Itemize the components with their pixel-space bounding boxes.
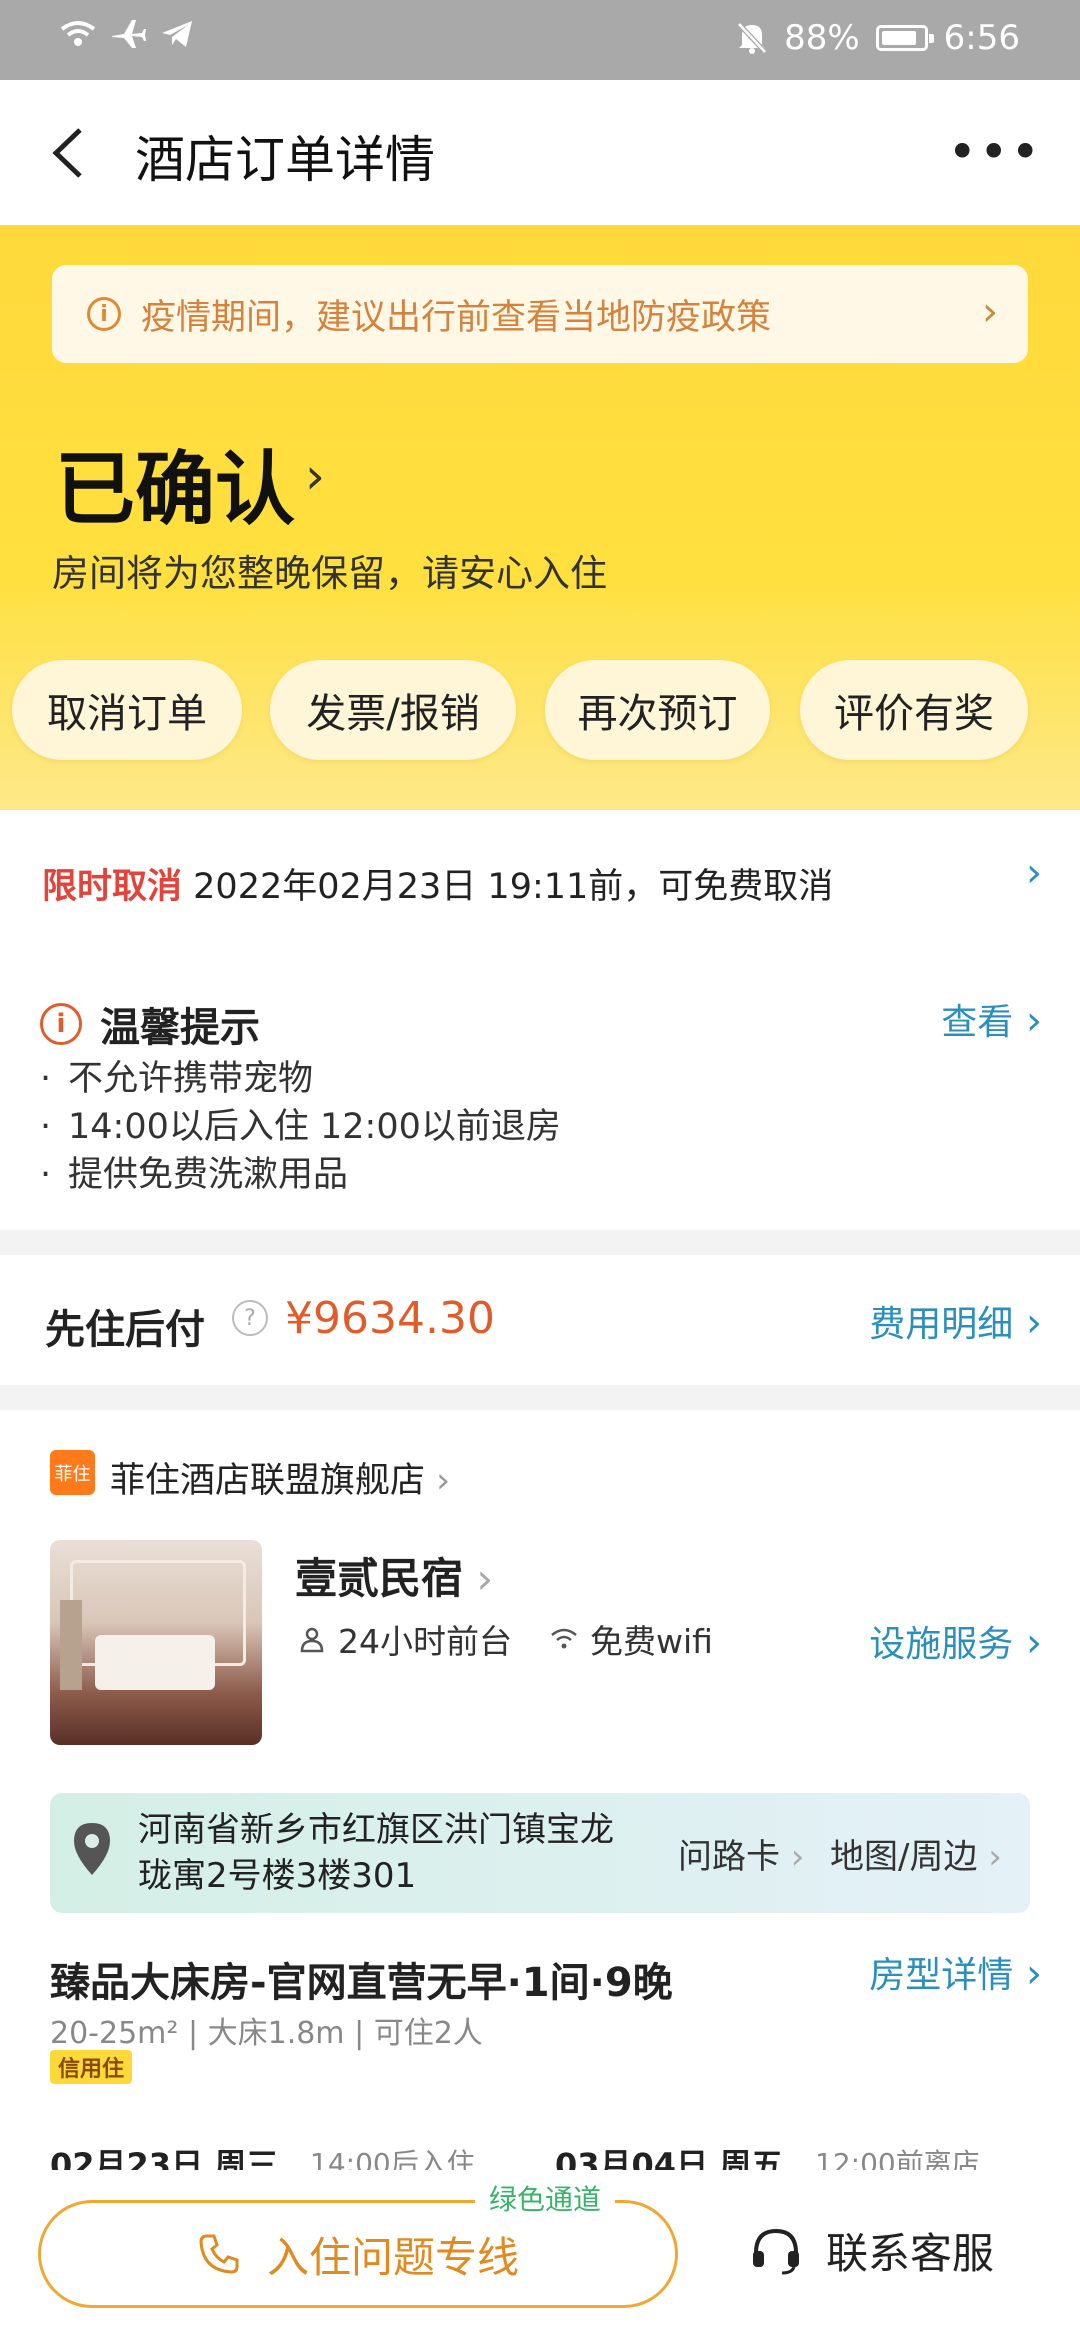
rebook-button[interactable]: 再次预订 (545, 660, 770, 760)
cancel-deadline-text: 2022年02月23日 19:11前，可免费取消 (193, 867, 834, 907)
fee-detail-link[interactable]: 费用明细 › (869, 1295, 1042, 1347)
bottom-action-bar: 入住问题专线 绿色通道 联系客服 (0, 2170, 1080, 2340)
free-cancel-row[interactable]: 限时取消 2022年02月23日 19:11前，可免费取消 (42, 858, 833, 909)
stay-dates-row: 02月23日 周三 14:00后入住 03月04日 周五 12:00前离店 (50, 2146, 980, 2170)
room-title: 臻品大床房-官网直营无早·1间·9晚 (50, 1960, 673, 2006)
battery-icon (875, 25, 934, 51)
invoice-button[interactable]: 发票/报销 (270, 660, 516, 760)
epidemic-notice-banner[interactable]: i 疫情期间，建议出行前查看当地防疫政策 › (52, 265, 1028, 363)
hotel-card: 菲住 菲住酒店联盟旗舰店 › 壹贰民宿 › 24小时前台 免费wifi 设施服务… (0, 1410, 1080, 2170)
total-price: ¥9634.30 (285, 1293, 495, 1344)
store-name-link[interactable]: 菲住酒店联盟旗舰店 › (110, 1452, 450, 1503)
status-icons-left (60, 18, 194, 50)
notice-text: 疫情期间，建议出行前查看当地防疫政策 (141, 297, 772, 338)
battery-percent: 88% (784, 18, 860, 58)
clock: 6:56 (943, 18, 1020, 58)
info-icon: i (40, 1003, 82, 1045)
chevron-right-icon: › (305, 447, 325, 505)
order-status-subtitle: 房间将为您整晚保留，请安心入住 (52, 552, 607, 595)
chevron-right-icon: › (463, 1554, 494, 1603)
policy-card: 限时取消 2022年02月23日 19:11前，可免费取消 › i 温馨提示 查… (0, 810, 1080, 1230)
address-box[interactable]: 河南省新乡市红旗区洪门镇宝龙 珑寓2号楼3楼301 问路卡 › 地图/周边 › (50, 1793, 1030, 1913)
chevron-right-icon: › (1013, 1951, 1042, 1997)
tips-view-link[interactable]: 查看 › (941, 993, 1042, 1045)
wifi-icon (551, 1628, 577, 1649)
room-detail-link[interactable]: 房型详情 › (869, 1946, 1042, 1998)
green-channel-tag: 绿色通道 (475, 2178, 616, 2218)
tips-title: 温馨提示 (100, 1005, 260, 1051)
chevron-right-icon: › (1013, 1300, 1042, 1346)
room-specs: 20-25m² | 大床1.8m | 可住2人 (50, 2016, 483, 2051)
cancel-order-button[interactable]: 取消订单 (12, 660, 242, 760)
limited-cancel-tag: 限时取消 (42, 867, 183, 907)
facility-service-link[interactable]: 设施服务 › (869, 1615, 1042, 1667)
back-arrow-icon[interactable] (40, 118, 100, 188)
credit-stay-badge: 信用住 (50, 2050, 133, 2084)
contact-service-button[interactable]: 联系客服 (748, 2220, 994, 2281)
tip-item: · 提供免费洗漱用品 (40, 1155, 349, 1195)
review-reward-button[interactable]: 评价有奖 (800, 660, 1028, 760)
wifi-icon (60, 21, 96, 46)
pay-later-label: 先住后付 (45, 1307, 205, 1353)
page-title: 酒店订单详情 (135, 131, 435, 189)
mute-bell-icon (737, 22, 767, 54)
chevron-right-icon: › (1013, 1620, 1042, 1666)
headset-icon (753, 2228, 799, 2274)
route-card-link[interactable]: 问路卡 › (678, 1829, 804, 1878)
order-status-section: i 疫情期间，建议出行前查看当地防疫政策 › 已确认 › 房间将为您整晚保留，请… (0, 225, 1080, 810)
facility-row: 24小时前台 免费wifi (298, 1615, 713, 1663)
tip-item: · 14:00以后入住 12:00以前退房 (40, 1107, 561, 1147)
status-bar: 88% 6:56 (0, 0, 1080, 80)
more-menu-icon[interactable]: ••• (948, 127, 1042, 177)
payment-card: 先住后付 ? ¥9634.30 费用明细 › (0, 1255, 1080, 1385)
chevron-right-icon: › (1026, 850, 1042, 896)
chevron-right-icon: › (1013, 998, 1042, 1044)
chevron-right-icon: › (982, 289, 998, 335)
store-badge: 菲住 (50, 1450, 95, 1495)
help-icon[interactable]: ? (232, 1300, 268, 1336)
phone-icon (199, 2234, 239, 2274)
chevron-right-icon: › (425, 1461, 451, 1501)
hotel-address: 河南省新乡市红旗区洪门镇宝龙 珑寓2号楼3楼301 (138, 1810, 614, 1896)
tips-header: i 温馨提示 (40, 995, 260, 1053)
hotel-photo[interactable] (50, 1540, 262, 1745)
status-icons-right: 88% 6:56 (736, 18, 1020, 58)
map-nearby-link[interactable]: 地图/周边 › (830, 1829, 1002, 1878)
person-icon (300, 1627, 324, 1653)
order-status-title[interactable]: 已确认 (55, 425, 295, 541)
tip-item: · 不允许携带宠物 (40, 1059, 314, 1099)
location-pin-icon (74, 1823, 110, 1875)
hotel-name-link[interactable]: 壹贰民宿 › (295, 1545, 493, 1606)
telegram-icon (162, 21, 192, 47)
nav-bar: 酒店订单详情 ••• (0, 80, 1080, 225)
info-icon: i (87, 297, 121, 331)
airplane-icon (112, 20, 146, 48)
